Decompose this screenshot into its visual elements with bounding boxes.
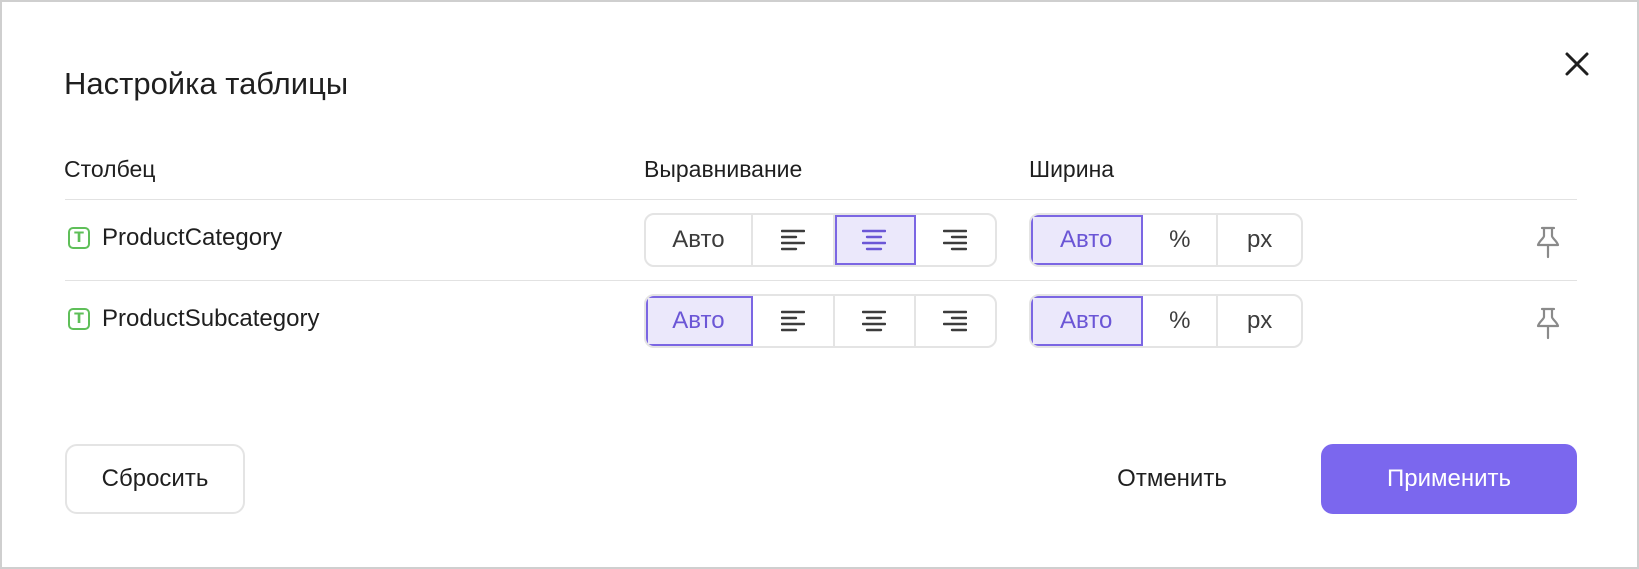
pin-icon[interactable] [1533, 226, 1563, 265]
align-left-icon [780, 229, 805, 251]
cancel-button[interactable]: Отменить [1082, 444, 1262, 514]
column-header-alignment: Выравнивание [644, 156, 803, 182]
align-left-option[interactable] [753, 215, 835, 265]
width-px-option[interactable]: px [1218, 296, 1301, 346]
table-row-label: T ProductCategory [68, 224, 282, 252]
width-percent-option[interactable]: % [1143, 296, 1219, 346]
table-row-label: T ProductSubcategory [68, 305, 319, 333]
width-auto-option[interactable]: Авто [1031, 296, 1144, 346]
width-selector: Авто % px [1029, 294, 1303, 348]
column-name: ProductSubcategory [102, 305, 320, 332]
dialog-title: Настройка таблицы [64, 66, 349, 101]
reset-button[interactable]: Сбросить [65, 444, 245, 514]
align-center-icon [862, 229, 887, 251]
width-selector: Авто % px [1029, 213, 1303, 267]
align-center-icon [862, 310, 887, 332]
align-auto-option[interactable]: Авто [646, 215, 753, 265]
align-right-icon [943, 310, 968, 332]
align-left-option[interactable] [753, 296, 835, 346]
close-icon[interactable] [1559, 46, 1595, 82]
row-divider [65, 280, 1577, 281]
align-right-option[interactable] [916, 296, 995, 346]
align-center-option[interactable] [834, 215, 916, 265]
column-header-width: Ширина [1029, 156, 1115, 182]
text-type-icon: T [68, 308, 90, 330]
table-settings-dialog: Настройка таблицы Столбец Выравнивание Ш… [0, 0, 1639, 569]
width-percent-option[interactable]: % [1143, 215, 1219, 265]
alignment-selector: Авто [644, 294, 997, 348]
header-divider [65, 199, 1577, 200]
text-type-icon: T [68, 227, 90, 249]
column-name: ProductCategory [102, 224, 283, 251]
column-header-column: Столбец [64, 156, 156, 182]
align-right-option[interactable] [916, 215, 995, 265]
align-left-icon [780, 310, 805, 332]
align-auto-option[interactable]: Авто [646, 296, 753, 346]
align-center-option[interactable] [835, 296, 916, 346]
apply-button[interactable]: Применить [1321, 444, 1577, 514]
alignment-selector: Авто [644, 213, 997, 267]
width-auto-option[interactable]: Авто [1031, 215, 1144, 265]
align-right-icon [943, 229, 968, 251]
width-px-option[interactable]: px [1218, 215, 1301, 265]
pin-icon[interactable] [1533, 307, 1563, 346]
